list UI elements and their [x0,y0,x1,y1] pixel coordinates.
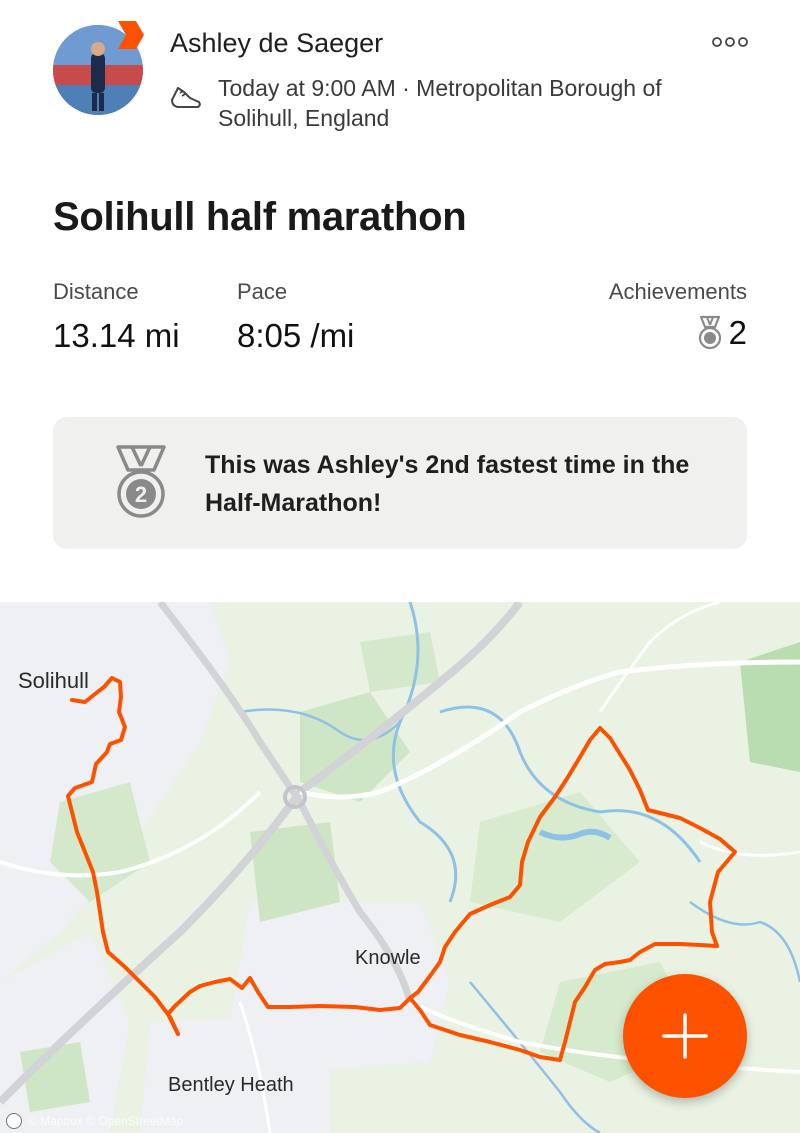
map-attribution[interactable]: © Mapbox © OpenStreetMap [6,1113,183,1129]
achievements-label: Achievements [608,279,747,304]
activity-detail: Ashley de Saeger Today at 9:00 AM · Metr… [0,0,800,1133]
author-name[interactable]: Ashley de Saeger [170,28,383,59]
mapbox-logo-icon [6,1113,22,1129]
add-button[interactable] [623,974,747,1098]
map-label-knowle: Knowle [355,947,421,969]
pace-value: 8:05 /mi [237,317,355,354]
activity-title: Solihull half marathon [53,195,467,239]
achievement-text: This was Ashley's 2nd fastest time in th… [205,451,690,517]
more-horizontal-icon[interactable] [710,30,750,54]
medal-number: 2 [135,482,147,507]
strava-badge-icon [118,21,144,49]
distance-value: 13.14 mi [53,317,180,354]
activity-meta: Today at 9:00 AM · Metropolitan Borough … [218,75,662,131]
distance-label: Distance [53,279,139,304]
achievements-stat[interactable]: 2 [695,314,747,352]
silver-medal-icon: 2 [116,445,166,518]
attribution-text: © Mapbox © OpenStreetMap [28,1114,184,1128]
map-label-solihull: Solihull [18,668,89,693]
map-label-bentley-heath: Bentley Heath [168,1074,294,1096]
running-shoe-icon [171,87,201,108]
medal-icon [698,315,721,350]
plus-icon [662,1013,708,1059]
achievements-value: 2 [728,314,747,351]
pace-label: Pace [237,279,288,304]
